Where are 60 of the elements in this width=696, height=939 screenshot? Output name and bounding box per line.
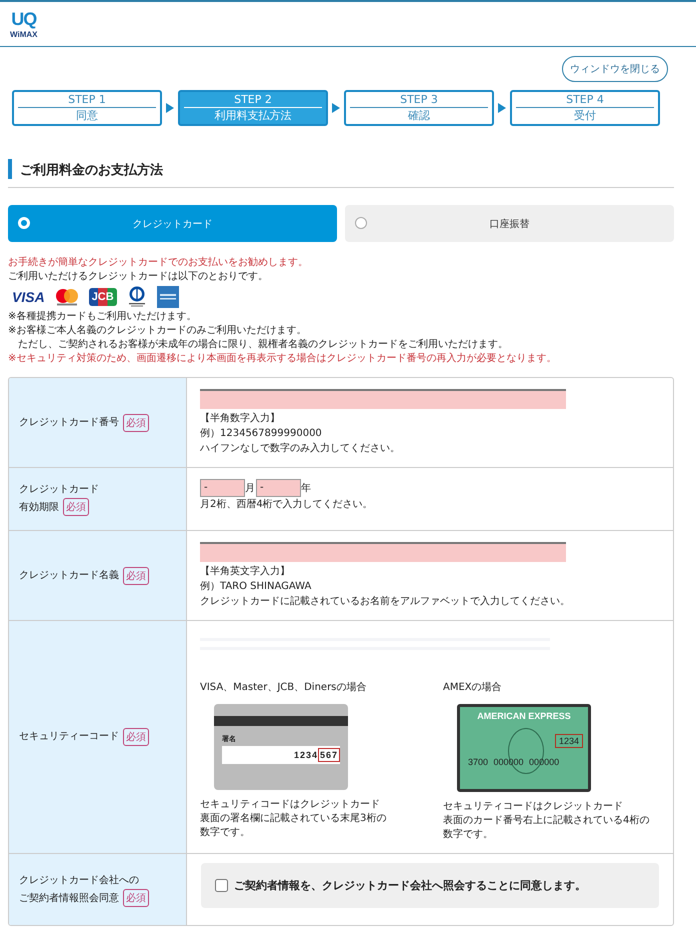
input-hint: 例）TARO SHINAGAWA [200,580,312,594]
input-hint: 例）1234567899990000 [200,427,323,441]
card-description: 数字です。 [200,826,251,840]
step-label: 利用料支払方法 [214,108,292,123]
note-text: ※各種提携カードもご利用いただけます。 [8,310,198,324]
unit-label: 年 [301,482,311,495]
logo: UQ WiMAX [10,9,38,39]
step-arrow-icon [166,103,174,113]
input-hint: 【半角数字入力】 [200,412,281,426]
input-hint: クレジットカードに記載されているお名前をアルファベットで入力してください。 [200,594,571,609]
input-hint: 月2桁、西暦4桁で入力してください。 [200,498,374,512]
required-tag: 必須 [123,888,149,906]
month-select[interactable]: - [200,479,245,497]
amex-logo-icon [156,286,179,308]
field-label: クレジットカード番号 [19,416,119,430]
field-label: クレジットカード会社への [19,874,140,888]
payment-method-tab[interactable]: 口座振替 [345,205,674,242]
card-caption: VISA、Master、JCB、Dinersの場合 [200,681,368,694]
note-text: ご利用いただけるクレジットカードは以下のとおりです。 [8,270,269,284]
required-tag: 必須 [63,498,89,516]
visa-logo: VISA [12,289,45,305]
step-number: STEP 1 [18,92,156,108]
field-label: クレジットカード [19,483,100,497]
step-label: 受付 [573,108,597,123]
field-label: クレジットカード名義 [19,568,119,582]
card-description: セキュリティコードはクレジットカード [443,800,624,814]
unit-label: 月 [245,482,255,495]
note-text: ※セキュリティ対策のため、画面遷移により本画面を再表示する場合はクレジットカード番号の再入力が必要となります。 [8,352,558,366]
note-text: ※お客様ご本人名義のクレジットカードのみご利用いただけます。 [8,324,308,338]
card-description: 数字です。 [443,828,494,842]
required-tag: 必須 [123,728,149,746]
consent-checkbox[interactable] [215,879,228,892]
field-label: 有効期限 [19,500,59,515]
note-text: ただし、ご契約されるお客様が未成年の場合に限り、親権者名義のクレジットカードをご利用いただけます。 [17,338,509,352]
step-arrow-icon [498,103,506,113]
overlapping-circles-logo-icon [54,288,80,306]
note-text: お手続きが簡単なクレジットカードでのお支払いをお勧めします。 [8,256,309,270]
text-input-field[interactable] [200,389,566,409]
text-input-field[interactable] [200,542,566,562]
step-number: STEP 2 [184,92,322,108]
card-description: 裏面の署名欄に記載されている末尾3桁の [200,812,388,826]
step-label: 同意 [75,108,99,123]
step-number: STEP 3 [350,92,488,108]
step-label: 確認 [407,108,431,123]
consent-text: ご契約者情報を、クレジットカード会社へ照会することに同意します。 [234,878,586,893]
input-hint: 【半角英文字入力】 [200,564,291,579]
required-tag: 必須 [123,566,149,584]
card-caption: AMEXの場合 [443,681,503,694]
section-title: ご利用料金のお支払方法 [8,159,674,179]
step-number: STEP 4 [516,92,654,108]
year-select[interactable]: - [256,479,301,497]
card-description: 表面のカード番号右上に記載されている4桁の [443,814,650,828]
amex-card-drawing: AMERICAN EXPRESS 1234 3700 000000 000000 [457,704,591,792]
field-label: ご契約者情報照会同意 [19,892,119,906]
required-tag: 必須 [123,414,149,432]
step-arrow-icon [332,103,340,113]
close-window-button[interactable]: ウィンドウを閉じる [562,56,668,82]
card-description: セキュリティコードはクレジットカード [200,798,381,812]
input-hint: ハイフンなしで数字のみ入力してください。 [200,442,401,456]
field-label: セキュリティーコード [19,730,119,744]
